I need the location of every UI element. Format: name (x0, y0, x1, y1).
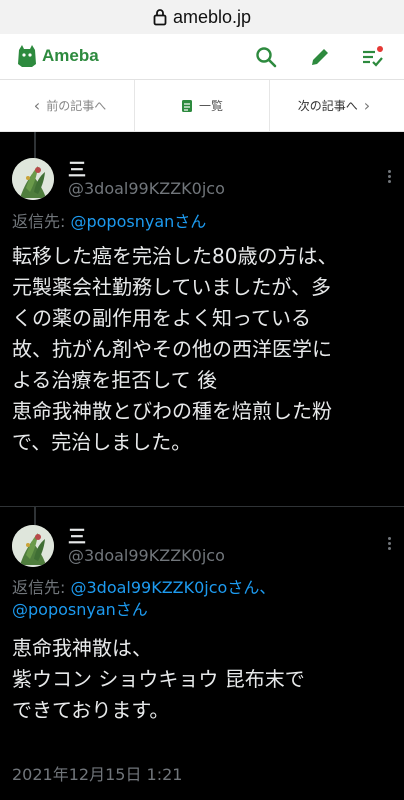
tweet-card[interactable]: 三 @3doal99KZZK0jco 返信先: @3doal99KZZK0jco… (0, 507, 404, 800)
next-article-link[interactable]: 次の記事へ › (270, 80, 404, 131)
tweet-text: 恵命我神散は、 紫ウコン ショウキョウ 昆布末で できております。 (12, 636, 305, 722)
notification-dot (377, 46, 383, 52)
ameba-wordmark: Ameba (42, 46, 99, 65)
reply-mention-link[interactable]: @poposnyanさん (12, 600, 148, 619)
article-list-link[interactable]: 一覧 (134, 80, 270, 131)
ameba-logo[interactable]: Ameba (16, 44, 99, 68)
pencil-icon[interactable] (308, 45, 332, 69)
next-article-label: 次の記事へ (297, 99, 358, 113)
plant-avatar-image (12, 525, 54, 567)
reply-mention-link[interactable]: @3doal99KZZK0jcoさん、 (70, 578, 275, 597)
embedded-tweets: 三 @3doal99KZZK0jco 返信先: @poposnyanさん 転移し… (0, 132, 404, 800)
search-icon[interactable] (254, 45, 278, 69)
avatar[interactable] (12, 158, 54, 200)
url-text: ameblo.jp (172, 6, 252, 27)
reply-to-line: 返信先: @3doal99KZZK0jcoさん、 @poposnyanさん (12, 577, 275, 621)
tweet-text: 転移した癌を完治した80歳の方は、 元製薬会社勤務していましたが、多 くの薬の副… (12, 244, 338, 454)
reply-prefix: 返信先: (12, 212, 71, 231)
ameba-header: Ameba (0, 34, 404, 80)
reply-to-line: 返信先: @poposnyanさん (12, 211, 206, 233)
more-options-icon[interactable] (388, 170, 392, 184)
prev-article-link[interactable]: ‹ 前の記事へ (0, 80, 134, 131)
user-handle[interactable]: @3doal99KZZK0jco (68, 546, 225, 565)
notifications-list-icon[interactable] (360, 45, 384, 69)
more-options-icon[interactable] (388, 537, 392, 551)
ameba-mascot-icon (18, 45, 36, 67)
chevron-right-icon: › (363, 96, 371, 115)
browser-url-bar[interactable]: ameblo.jp (0, 0, 404, 34)
document-icon (181, 99, 192, 112)
avatar[interactable] (12, 525, 54, 567)
article-list-label: 一覧 (198, 99, 223, 113)
reply-mention-link[interactable]: @poposnyanさん (70, 212, 206, 231)
reply-prefix: 返信先: (12, 578, 71, 597)
lock-icon (153, 9, 167, 26)
prev-article-label: 前の記事へ (46, 99, 107, 113)
tweet-timestamp[interactable]: 2021年12月15日 1:21 (12, 761, 182, 785)
article-navigation: ‹ 前の記事へ 一覧 次の記事へ › (0, 80, 404, 132)
user-handle[interactable]: @3doal99KZZK0jco (68, 179, 225, 198)
plant-avatar-image (12, 158, 54, 200)
thread-line (34, 132, 36, 158)
tweet-card[interactable]: 三 @3doal99KZZK0jco 返信先: @poposnyanさん 転移し… (0, 132, 404, 506)
thread-line (34, 507, 36, 525)
chevron-left-icon: ‹ (33, 96, 41, 115)
